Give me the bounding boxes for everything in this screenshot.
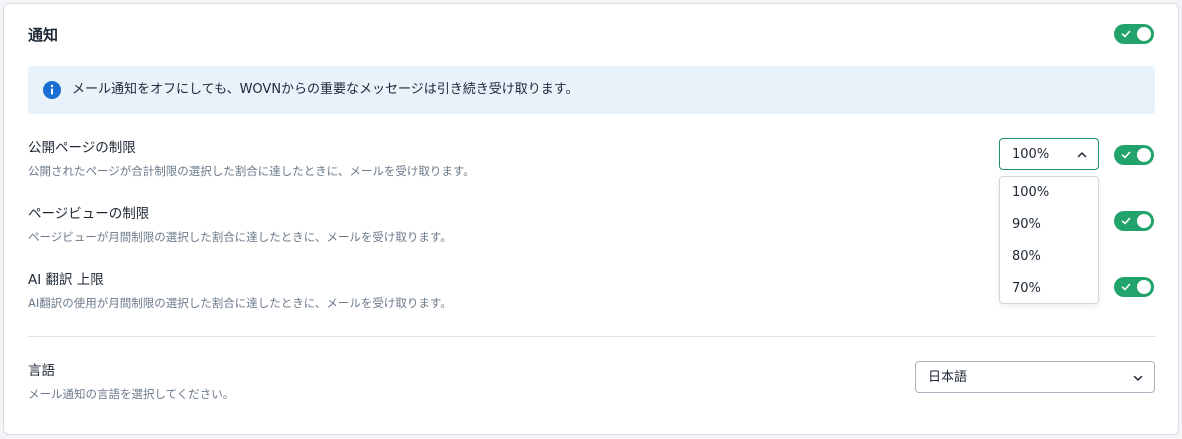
ai-translation-limit-toggle[interactable]	[1114, 277, 1154, 297]
threshold-option-70[interactable]: 70%	[1012, 280, 1041, 298]
published-pages-limit-description: 公開されたページが合計制限の選択した割合に達したときに、メールを受け取ります。	[28, 164, 475, 178]
toggle-knob	[1137, 214, 1151, 228]
section-title: 通知	[28, 26, 59, 44]
language-label: 言語	[28, 363, 55, 379]
toggle-knob	[1137, 27, 1151, 41]
page-view-limit-toggle[interactable]	[1114, 211, 1154, 231]
check-icon	[1121, 30, 1131, 38]
threshold-option-90[interactable]: 90%	[1012, 216, 1041, 234]
page-view-limit-description: ページビューが月間制限の選択した割合に達したときに、メールを受け取ります。	[28, 230, 452, 244]
info-text: メール通知をオフにしても、WOVNからの重要なメッセージは引き続き受け取ります。	[72, 82, 579, 97]
section-divider	[28, 336, 1155, 337]
chevron-up-icon	[1077, 152, 1087, 158]
language-select[interactable]: 日本語	[915, 361, 1155, 393]
threshold-option-80[interactable]: 80%	[1012, 248, 1041, 266]
threshold-option-100[interactable]: 100%	[1012, 184, 1049, 202]
ai-translation-limit-description: AI翻訳の使用が月間制限の選択した割合に達したときに、メールを受け取ります。	[28, 296, 452, 310]
toggle-knob	[1137, 280, 1151, 294]
language-select-value: 日本語	[928, 370, 968, 385]
toggle-knob	[1137, 148, 1151, 162]
info-banner: メール通知をオフにしても、WOVNからの重要なメッセージは引き続き受け取ります。	[28, 66, 1155, 114]
page-view-limit-label: ページビューの制限	[28, 206, 150, 222]
threshold-select[interactable]: 100%	[999, 138, 1099, 170]
chevron-down-icon	[1133, 375, 1143, 381]
master-notification-toggle[interactable]	[1114, 24, 1154, 44]
language-description: メール通知の言語を選択してください。	[28, 387, 235, 401]
check-icon	[1121, 151, 1131, 159]
published-pages-limit-toggle[interactable]	[1114, 145, 1154, 165]
threshold-dropdown-menu: 100% 90% 80% 70%	[999, 176, 1099, 304]
info-circle-icon	[43, 81, 61, 99]
ai-translation-limit-label: AI 翻訳 上限	[28, 272, 104, 288]
threshold-select-value: 100%	[1012, 147, 1050, 162]
published-pages-limit-label: 公開ページの制限	[28, 140, 136, 156]
notification-settings-card: 通知 メール通知をオフにしても、WOVNからの重要なメッセージは引き続き受け取り…	[3, 3, 1179, 435]
check-icon	[1121, 283, 1131, 291]
check-icon	[1121, 217, 1131, 225]
